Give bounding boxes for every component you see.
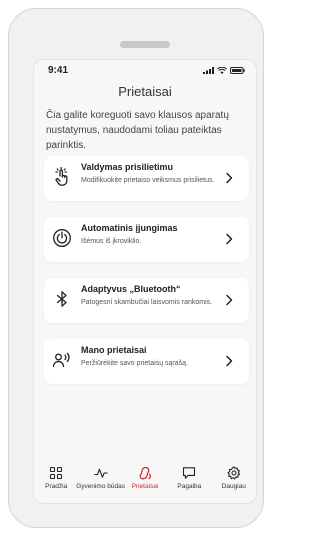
bluetooth-icon [52, 289, 72, 309]
chevron-right-icon [223, 294, 235, 306]
power-icon [52, 228, 72, 248]
wifi-icon [217, 66, 227, 74]
phone-frame: 9:41 Prietaisai Čia galite koreguoti sav… [8, 8, 264, 528]
tab-support[interactable]: Pagalba [168, 466, 210, 490]
tab-label: Pagalba [177, 483, 202, 490]
app-screen: 9:41 Prietaisai Čia galite koreguoti sav… [33, 59, 257, 504]
chevron-right-icon [223, 233, 235, 245]
person-sound-icon [52, 350, 72, 370]
card-subtitle: Peržiūrėkite savo prietaisų sąrašą. [81, 360, 188, 367]
tab-label: Pradžia [45, 483, 68, 490]
hearing-aid-icon [138, 466, 152, 480]
tab-label: Prietaisai [131, 483, 159, 490]
tab-label: Daugiau [221, 483, 246, 490]
tab-devices[interactable]: Prietaisai [124, 466, 166, 490]
card-title: Mano prietaisai [81, 345, 147, 355]
status-bar: 9:41 [34, 60, 256, 80]
tab-more[interactable]: Daugiau [213, 466, 255, 490]
card-my-devices[interactable]: Mano prietaisai Peržiūrėkite savo prieta… [44, 339, 249, 384]
gear-icon [227, 466, 241, 480]
chevron-right-icon [223, 355, 235, 367]
status-icons [203, 66, 245, 74]
card-adaptive-bluetooth[interactable]: Adaptyvus „Bluetooth“ Patogesni skambuči… [44, 278, 249, 323]
card-subtitle: Išėmus iš įkroviklio. [81, 238, 142, 245]
tab-bar: Pradžia Gyvenimo būdas Prietaisai Pagalb… [34, 459, 256, 503]
tab-lifestyle[interactable]: Gyvenimo būdas [76, 466, 125, 490]
tab-home[interactable]: Pradžia [35, 466, 77, 490]
grid-icon [49, 466, 63, 480]
touch-hand-icon [52, 167, 72, 187]
intro-text: Čia galite koreguoti savo klausos aparat… [46, 110, 229, 151]
chevron-right-icon [223, 172, 235, 184]
card-title: Adaptyvus „Bluetooth“ [81, 284, 181, 294]
activity-icon [93, 466, 108, 480]
signal-icon [203, 66, 214, 74]
phone-speaker [120, 41, 170, 48]
card-title: Valdymas prisilietimu [81, 162, 174, 172]
tab-label: Gyvenimo būdas [76, 483, 125, 490]
card-subtitle: Patogesni skambučiai laisvomis rankomis. [81, 299, 213, 306]
chat-bubble-icon [182, 466, 196, 480]
status-time: 9:41 [48, 64, 69, 76]
card-title: Automatinis įjungimas [81, 223, 178, 233]
battery-icon [230, 66, 245, 74]
card-auto-on[interactable]: Automatinis įjungimas Išėmus iš įkrovikl… [44, 217, 249, 262]
page-title: Prietaisai [118, 84, 172, 99]
card-subtitle: Modifikuokite prietaiso veiksmus prisili… [81, 177, 215, 184]
card-touch-control[interactable]: Valdymas prisilietimu Modifikuokite prie… [44, 156, 249, 201]
